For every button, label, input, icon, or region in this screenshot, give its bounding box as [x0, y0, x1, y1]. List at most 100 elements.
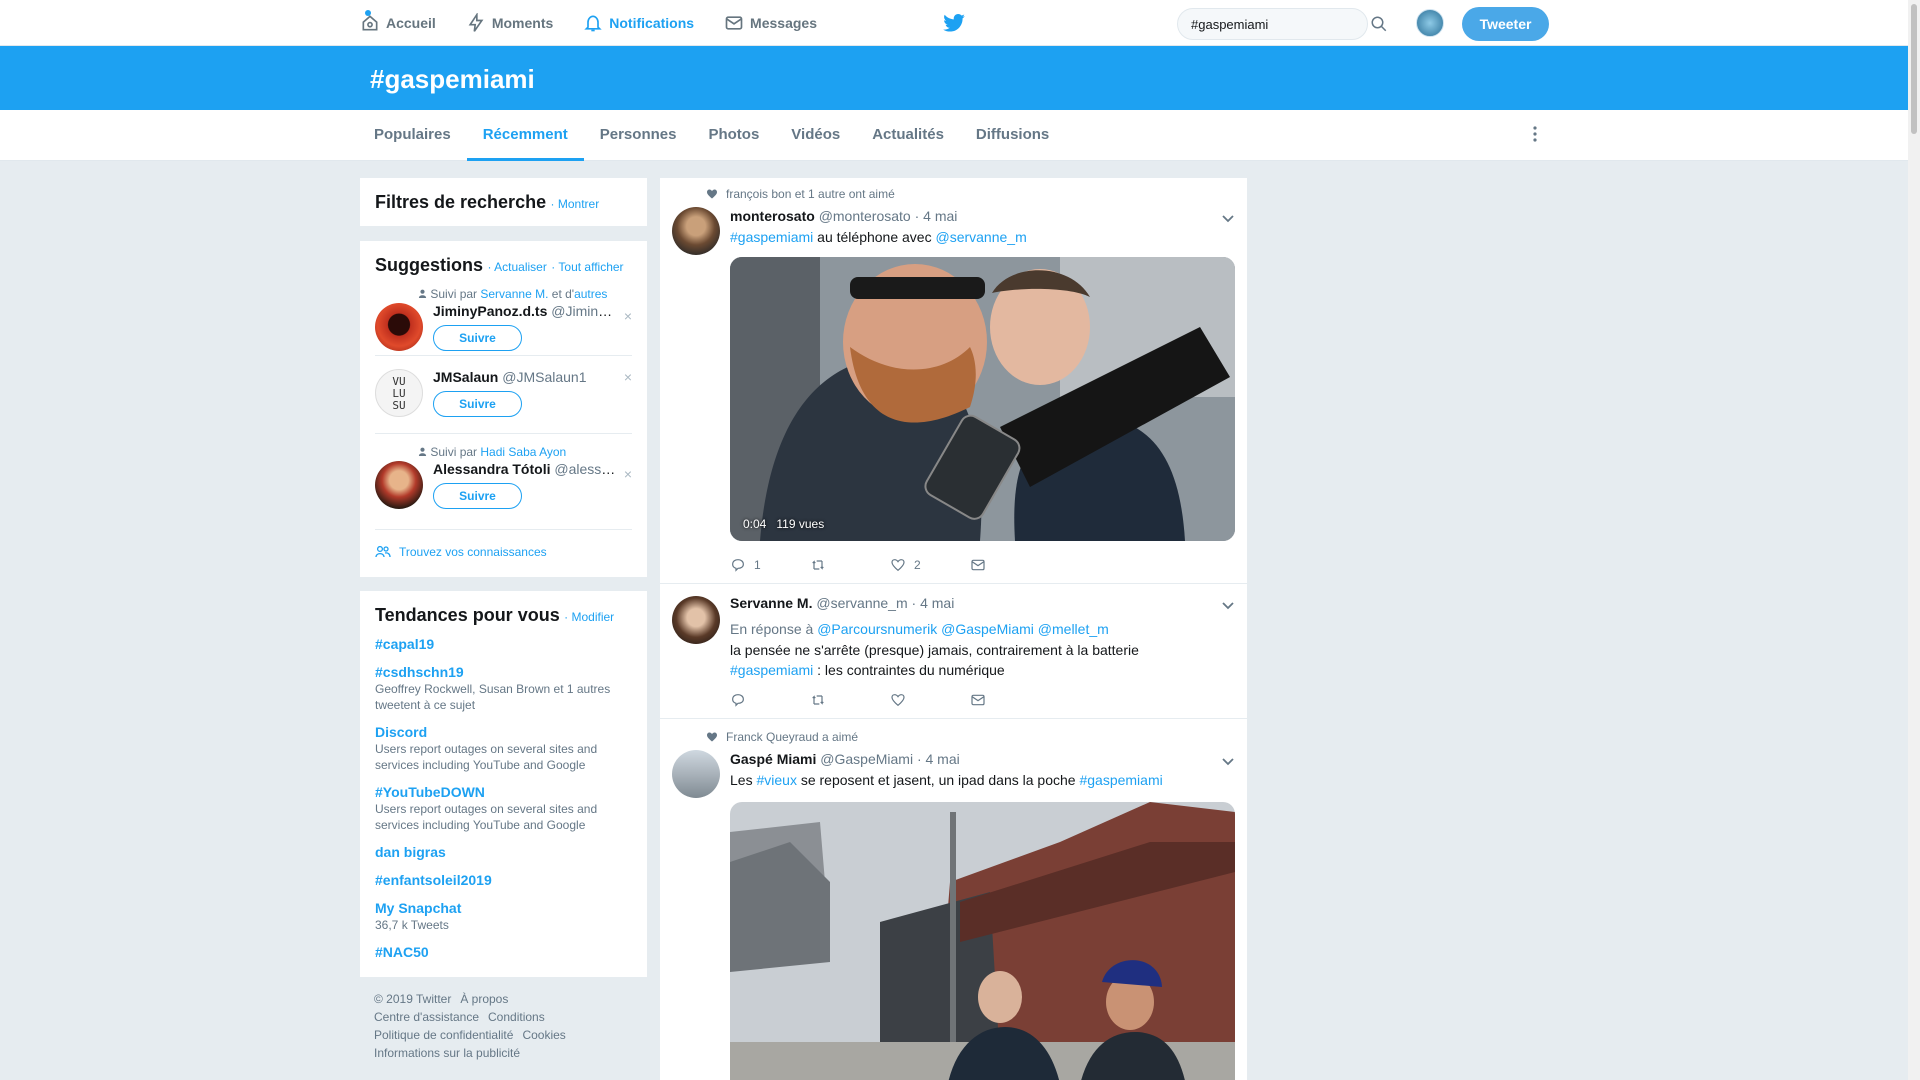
- avatar[interactable]: [672, 207, 720, 255]
- suggestion-name-line[interactable]: JMSalaun @JMSalaun1: [433, 369, 618, 385]
- tab-diffusions[interactable]: Diffusions: [960, 110, 1065, 161]
- avatar[interactable]: [672, 750, 720, 798]
- trend-name[interactable]: #csdhschn19: [375, 664, 632, 680]
- trend-item[interactable]: #csdhschn19 Geoffrey Rockwell, Susan Brow…: [375, 664, 632, 713]
- suggestions-refresh-link[interactable]: · Actualiser: [487, 260, 546, 274]
- chevron-down-icon[interactable]: [1221, 755, 1235, 769]
- reply-button[interactable]: 1: [730, 557, 810, 573]
- follow-button[interactable]: Suivre: [433, 325, 522, 351]
- nav-messages[interactable]: Messages: [724, 13, 817, 33]
- tab-photos[interactable]: Photos: [692, 110, 775, 161]
- followed-by-link[interactable]: Hadi Saba Ayon: [480, 445, 566, 459]
- dismiss-icon[interactable]: ×: [624, 466, 632, 482]
- filters-show-link[interactable]: · Montrer: [551, 197, 600, 211]
- footer-terms-link[interactable]: Conditions: [488, 1010, 545, 1024]
- nav-home[interactable]: Accueil: [360, 13, 436, 33]
- tweet-button[interactable]: Tweeter: [1462, 7, 1549, 41]
- scrollbar-thumb[interactable]: [1911, 4, 1917, 134]
- tweet-timestamp[interactable]: · 4 mai: [915, 208, 958, 224]
- suggestion-name[interactable]: JMSalaun: [433, 369, 498, 385]
- follow-button[interactable]: Suivre: [433, 391, 522, 417]
- suggestion-name-line[interactable]: JiminyPanoz.d.ts @JiminyPanoz: [433, 303, 618, 319]
- profile-avatar[interactable]: [1416, 9, 1444, 37]
- suggestion-name[interactable]: JiminyPanoz.d.ts: [433, 303, 547, 319]
- footer-ads-info-link[interactable]: Informations sur la publicité: [374, 1046, 520, 1060]
- avatar[interactable]: [375, 461, 423, 509]
- trend-item[interactable]: #capal19: [375, 636, 632, 652]
- trend-item[interactable]: #enfantsoleil2019: [375, 872, 632, 888]
- reply-button[interactable]: [730, 692, 810, 708]
- avatar[interactable]: [672, 596, 720, 644]
- tab-videos[interactable]: Vidéos: [775, 110, 856, 161]
- tab-actualites[interactable]: Actualités: [856, 110, 960, 161]
- hashtag-link[interactable]: #gaspemiami: [1079, 772, 1162, 788]
- social-context-text[interactable]: françois bon et 1 autre ont aimé: [726, 187, 895, 201]
- trend-item[interactable]: #YouTubeDOWN Users report outages on seve…: [375, 784, 632, 833]
- tweet-author-name[interactable]: Servanne M.: [730, 595, 812, 611]
- trend-name[interactable]: #NAC50: [375, 944, 632, 960]
- trend-item[interactable]: dan bigras: [375, 844, 632, 860]
- suggestions-view-all-link[interactable]: · Tout afficher: [551, 260, 623, 274]
- trend-name[interactable]: #YouTubeDOWN: [375, 784, 632, 800]
- hashtag-link[interactable]: #gaspemiami: [730, 229, 813, 245]
- search-input[interactable]: [1177, 8, 1368, 40]
- more-options-icon[interactable]: [1533, 125, 1537, 143]
- footer-privacy-link[interactable]: Politique de confidentialité: [374, 1028, 513, 1042]
- trend-name[interactable]: #enfantsoleil2019: [375, 872, 632, 888]
- twitter-bird-icon[interactable]: [943, 14, 965, 32]
- avatar[interactable]: [375, 303, 423, 351]
- tweet-timestamp[interactable]: · 4 mai: [912, 595, 955, 611]
- trend-item[interactable]: Discord Users report outages on several s…: [375, 724, 632, 773]
- tweet-video[interactable]: 0:04 119 vues: [730, 257, 1235, 541]
- tab-populaires[interactable]: Populaires: [358, 110, 467, 161]
- trend-name[interactable]: My Snapchat: [375, 900, 632, 916]
- tweet[interactable]: françois bon et 1 autre ont aimé montero…: [660, 178, 1247, 584]
- tweet[interactable]: Franck Queyraud a aimé Gaspé Miami @Gasp…: [660, 719, 1247, 1080]
- tweet-photo[interactable]: [730, 802, 1235, 1080]
- mention-link[interactable]: @servanne_m: [935, 229, 1026, 245]
- social-context-text[interactable]: Franck Queyraud a aimé: [726, 730, 858, 744]
- find-friends-link[interactable]: Trouvez vos connaissances: [375, 545, 547, 559]
- footer-help-link[interactable]: Centre d'assistance: [374, 1010, 479, 1024]
- nav-moments[interactable]: Moments: [466, 13, 553, 33]
- trend-name[interactable]: dan bigras: [375, 844, 632, 860]
- retweet-button[interactable]: [810, 557, 890, 573]
- like-button[interactable]: 2: [890, 557, 970, 573]
- hashtag-link[interactable]: #vieux: [756, 772, 796, 788]
- tab-personnes[interactable]: Personnes: [584, 110, 693, 161]
- chevron-down-icon[interactable]: [1221, 599, 1235, 613]
- follow-button[interactable]: Suivre: [433, 483, 522, 509]
- hashtag-link[interactable]: #gaspemiami: [730, 662, 813, 678]
- trend-item[interactable]: My Snapchat 36,7 k Tweets: [375, 900, 632, 933]
- dm-button[interactable]: [970, 692, 1050, 708]
- reply-to-links[interactable]: @Parcoursnumerik @GaspeMiami @mellet_m: [817, 621, 1109, 637]
- dismiss-icon[interactable]: ×: [624, 308, 632, 324]
- like-button[interactable]: [890, 692, 970, 708]
- footer-cookies-link[interactable]: Cookies: [522, 1028, 565, 1042]
- trend-name[interactable]: #capal19: [375, 636, 632, 652]
- page-scrollbar[interactable]: [1908, 0, 1920, 1080]
- trend-name[interactable]: Discord: [375, 724, 632, 740]
- trend-item[interactable]: #NAC50: [375, 944, 632, 960]
- followed-by-more-link[interactable]: autres: [574, 287, 607, 301]
- tweet-author-handle[interactable]: @GaspeMiami: [820, 751, 913, 767]
- dm-button[interactable]: [970, 557, 1050, 573]
- tweet-author-name[interactable]: monterosato: [730, 208, 815, 224]
- nav-notifications[interactable]: Notifications: [583, 13, 694, 33]
- suggestion-name[interactable]: Alessandra Tótoli: [433, 461, 550, 477]
- trends-modify-link[interactable]: · Modifier: [564, 610, 614, 624]
- chevron-down-icon[interactable]: [1221, 212, 1235, 226]
- tweet-author-name[interactable]: Gaspé Miami: [730, 751, 816, 767]
- tweet-author-handle[interactable]: @servanne_m: [816, 595, 907, 611]
- followed-by-link[interactable]: Servanne M.: [480, 287, 548, 301]
- dismiss-icon[interactable]: ×: [624, 369, 632, 385]
- footer-about-link[interactable]: À propos: [460, 992, 508, 1006]
- suggestion-name-line[interactable]: Alessandra Tótoli @alessandratotoli: [433, 461, 618, 477]
- tweet-timestamp[interactable]: · 4 mai: [917, 751, 960, 767]
- search-icon[interactable]: [1370, 15, 1388, 33]
- avatar[interactable]: VU LU SU: [375, 369, 423, 417]
- tweet[interactable]: Servanne M. @servanne_m · 4 mai En répon…: [660, 584, 1247, 719]
- tweet-author-handle[interactable]: @monterosato: [819, 208, 911, 224]
- tab-recemment[interactable]: Récemment: [466, 110, 584, 161]
- retweet-button[interactable]: [810, 692, 890, 708]
